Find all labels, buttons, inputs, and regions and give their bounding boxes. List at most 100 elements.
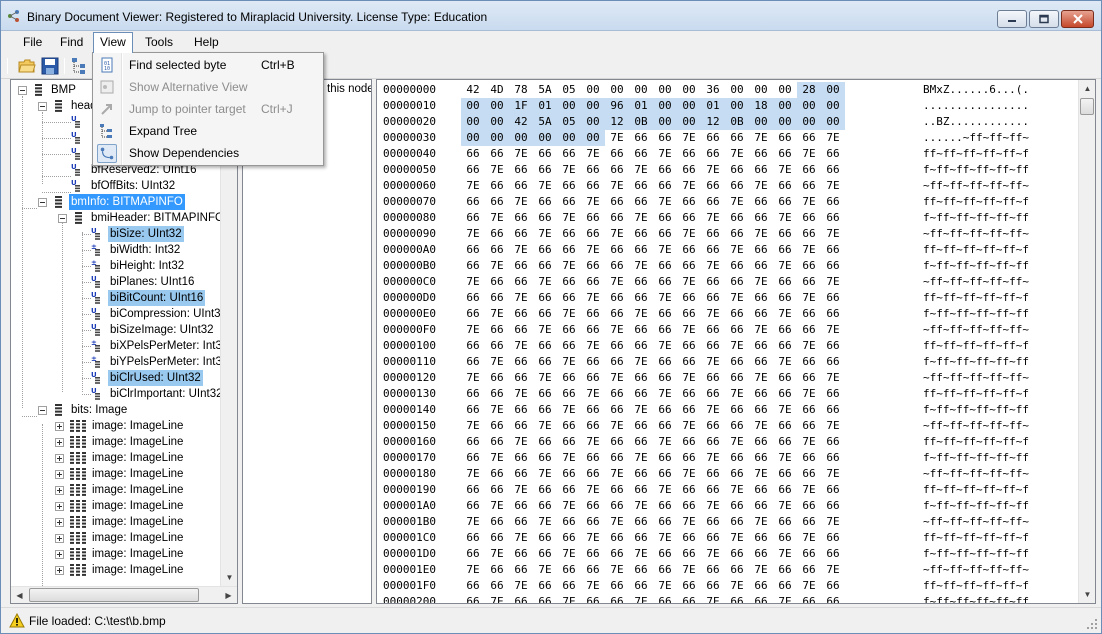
hex-byte[interactable]: 66 xyxy=(533,498,557,514)
hex-byte[interactable]: 66 xyxy=(653,466,677,482)
hex-byte[interactable]: 66 xyxy=(725,322,749,338)
hex-byte[interactable]: 66 xyxy=(533,210,557,226)
hex-byte[interactable]: 66 xyxy=(557,482,581,498)
hex-byte[interactable]: 66 xyxy=(773,562,797,578)
hex-byte[interactable]: 66 xyxy=(773,290,797,306)
hex-byte[interactable]: 7E xyxy=(557,258,581,274)
hex-byte[interactable]: 66 xyxy=(821,146,845,162)
hex-byte[interactable]: 7E xyxy=(725,338,749,354)
hex-byte[interactable]: 7E xyxy=(533,514,557,530)
hex-byte[interactable]: 7E xyxy=(677,514,701,530)
hex-byte[interactable]: 7E xyxy=(533,226,557,242)
expand-tree-icon[interactable] xyxy=(71,57,89,75)
hex-byte[interactable]: 7E xyxy=(797,530,821,546)
hex-byte[interactable]: 7E xyxy=(581,194,605,210)
hex-byte[interactable]: 7E xyxy=(557,450,581,466)
hex-byte[interactable]: 12 xyxy=(701,114,725,130)
hex-byte[interactable]: 66 xyxy=(653,226,677,242)
hex-byte[interactable]: 66 xyxy=(653,514,677,530)
hex-byte[interactable]: 66 xyxy=(677,290,701,306)
hex-byte[interactable]: 66 xyxy=(485,482,509,498)
hex-byte[interactable]: 66 xyxy=(821,450,845,466)
hex-byte[interactable]: 66 xyxy=(701,194,725,210)
scroll-up-icon[interactable]: ▲ xyxy=(1079,80,1095,97)
hex-byte[interactable]: 66 xyxy=(773,418,797,434)
hex-byte[interactable]: 66 xyxy=(557,226,581,242)
hex-byte[interactable]: 05 xyxy=(557,82,581,98)
hex-byte[interactable]: 7E xyxy=(581,578,605,594)
hex-byte[interactable]: 7E xyxy=(605,178,629,194)
hex-byte[interactable]: 7E xyxy=(725,290,749,306)
hex-byte[interactable]: 66 xyxy=(749,242,773,258)
open-folder-icon[interactable] xyxy=(18,57,36,75)
hex-byte[interactable]: 66 xyxy=(797,402,821,418)
hex-byte[interactable]: 66 xyxy=(653,178,677,194)
hex-byte[interactable]: 66 xyxy=(557,434,581,450)
expand-icon[interactable] xyxy=(55,422,64,431)
hex-byte[interactable]: 66 xyxy=(509,258,533,274)
hex-byte[interactable]: 66 xyxy=(701,130,725,146)
hex-byte[interactable]: 7E xyxy=(653,146,677,162)
hex-byte[interactable]: 01 xyxy=(629,98,653,114)
hex-byte[interactable]: 7E xyxy=(797,434,821,450)
hex-byte[interactable]: 00 xyxy=(725,82,749,98)
hex-byte[interactable]: 66 xyxy=(653,402,677,418)
hex-byte[interactable]: 66 xyxy=(677,386,701,402)
hex-byte[interactable]: 36 xyxy=(701,82,725,98)
hex-byte[interactable]: 66 xyxy=(749,482,773,498)
hex-byte[interactable]: 66 xyxy=(677,338,701,354)
tree-node-field[interactable]: UbiSize: UInt32 xyxy=(11,226,221,242)
hex-byte[interactable]: 7E xyxy=(701,258,725,274)
hex-byte[interactable]: 7E xyxy=(605,130,629,146)
hex-byte[interactable]: 66 xyxy=(749,306,773,322)
hex-byte[interactable]: 66 xyxy=(725,466,749,482)
hex-byte[interactable]: 7E xyxy=(749,226,773,242)
menu-file[interactable]: File xyxy=(17,33,48,52)
hex-byte[interactable]: 7E xyxy=(773,354,797,370)
hex-byte[interactable]: 7E xyxy=(605,562,629,578)
hex-byte[interactable]: 7E xyxy=(821,322,845,338)
hex-byte[interactable]: 42 xyxy=(509,114,533,130)
hex-byte[interactable]: 7E xyxy=(797,242,821,258)
view-menu-show-dependencies[interactable]: Show Dependencies xyxy=(95,142,321,164)
hex-byte[interactable]: 7E xyxy=(677,370,701,386)
hex-byte[interactable]: 18 xyxy=(749,98,773,114)
hex-byte[interactable]: 66 xyxy=(749,338,773,354)
hex-byte[interactable]: 7E xyxy=(629,450,653,466)
hex-byte[interactable]: 66 xyxy=(653,274,677,290)
hex-byte[interactable]: 66 xyxy=(821,258,845,274)
hex-byte[interactable]: 66 xyxy=(677,194,701,210)
hex-byte[interactable]: 66 xyxy=(557,194,581,210)
hex-byte[interactable]: 66 xyxy=(677,434,701,450)
collapse-icon[interactable] xyxy=(38,198,47,207)
hex-byte[interactable]: 7E xyxy=(677,466,701,482)
hex-byte[interactable]: 7E xyxy=(701,450,725,466)
hex-byte[interactable]: 66 xyxy=(605,354,629,370)
hex-byte[interactable]: 7E xyxy=(581,482,605,498)
hex-byte[interactable]: 7E xyxy=(821,274,845,290)
hex-byte[interactable]: 66 xyxy=(701,418,725,434)
hex-byte[interactable]: 7E xyxy=(629,162,653,178)
hex-byte[interactable]: 66 xyxy=(509,322,533,338)
hex-byte[interactable]: 12 xyxy=(605,114,629,130)
tree-node-image-line[interactable]: image: ImageLine xyxy=(11,434,221,450)
hex-byte[interactable]: 7E xyxy=(581,242,605,258)
hex-byte[interactable]: 7E xyxy=(821,418,845,434)
tree-node-field[interactable]: UbiClrUsed: UInt32 xyxy=(11,370,221,386)
hex-byte[interactable]: 66 xyxy=(797,514,821,530)
hex-byte[interactable]: 7E xyxy=(653,578,677,594)
hex-byte[interactable]: 7E xyxy=(821,226,845,242)
hex-byte[interactable]: 66 xyxy=(797,258,821,274)
hex-byte[interactable]: 00 xyxy=(581,114,605,130)
hex-byte[interactable]: 0B xyxy=(629,114,653,130)
hex-byte[interactable]: 4D xyxy=(485,82,509,98)
hex-byte[interactable]: 7E xyxy=(461,418,485,434)
hex-byte[interactable]: 66 xyxy=(581,498,605,514)
hex-byte[interactable]: 66 xyxy=(629,434,653,450)
hex-byte[interactable]: 66 xyxy=(701,482,725,498)
tree-hscroll-thumb[interactable] xyxy=(29,588,199,602)
minimize-button[interactable] xyxy=(997,10,1027,28)
hex-byte[interactable]: 66 xyxy=(773,274,797,290)
hex-byte[interactable]: 7E xyxy=(581,338,605,354)
hex-byte[interactable]: 66 xyxy=(485,226,509,242)
